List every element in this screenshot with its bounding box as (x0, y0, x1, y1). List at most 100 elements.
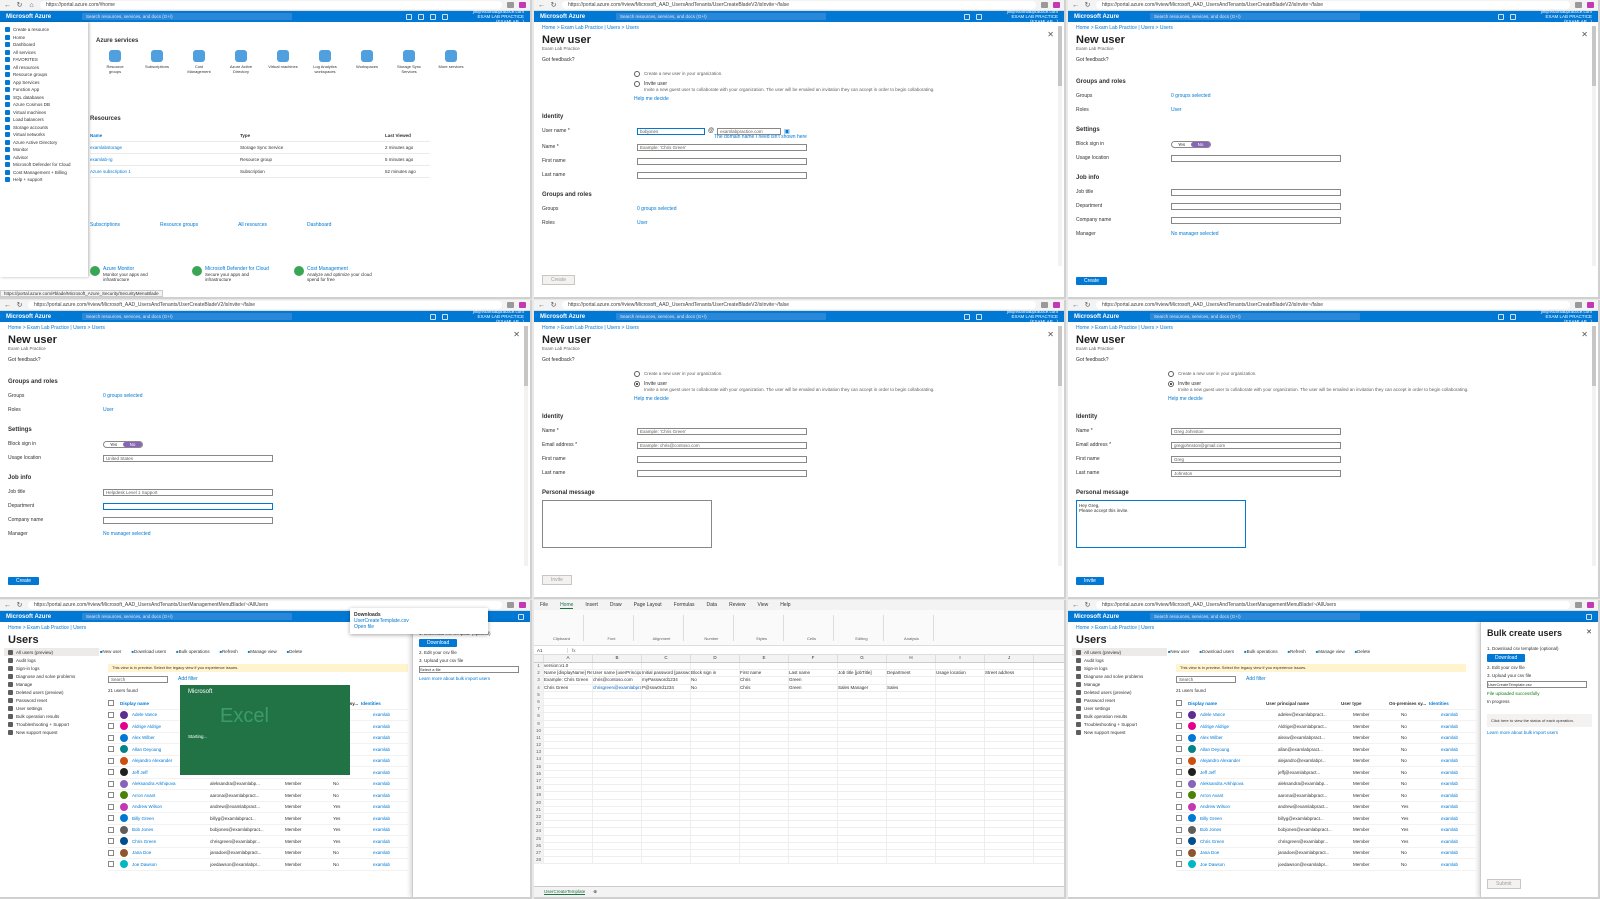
cell[interactable] (789, 806, 838, 813)
cell[interactable] (544, 742, 593, 749)
cell[interactable] (691, 663, 740, 670)
cell[interactable] (642, 828, 691, 835)
toolbar-button[interactable]: Manage view (248, 649, 277, 654)
ribbon-group[interactable]: Number (690, 614, 734, 641)
cell[interactable] (789, 713, 838, 720)
row-checkbox[interactable] (1176, 861, 1182, 868)
menu-item[interactable]: All services (0, 49, 88, 57)
user-identity[interactable]: examlab (1441, 862, 1471, 867)
row-checkbox[interactable] (108, 780, 114, 787)
portal-brand[interactable]: Microsoft Azure (6, 614, 76, 620)
cell[interactable] (642, 785, 691, 792)
cell[interactable] (887, 713, 936, 720)
cell[interactable] (740, 691, 789, 698)
create-button[interactable]: Create (542, 275, 576, 285)
cell[interactable] (936, 691, 985, 698)
cell[interactable]: No (691, 684, 740, 691)
cell[interactable] (985, 713, 1034, 720)
company-input[interactable] (1171, 216, 1341, 224)
users-menu-item[interactable]: New support request (4, 728, 99, 736)
cell[interactable] (544, 691, 593, 698)
download-template-button[interactable]: Download (419, 639, 458, 647)
sheet-tab[interactable]: UserCreateTemplate (544, 889, 586, 895)
cell[interactable] (887, 813, 936, 821)
name-box[interactable]: A1 (534, 647, 568, 653)
users-menu-item[interactable]: Password reset (4, 696, 99, 704)
extension-icon[interactable] (1575, 602, 1582, 608)
table-row[interactable]: Allan Deyoungallan@examlabpract... Member… (1176, 744, 1476, 756)
cell[interactable] (887, 734, 936, 742)
ribbon-tab[interactable]: Review (729, 602, 745, 608)
user-identity[interactable]: examlab (373, 839, 403, 844)
create-user-option[interactable]: Create a new user in your organization. (1068, 369, 1598, 379)
cell[interactable] (838, 849, 887, 857)
cell[interactable] (544, 849, 593, 857)
cell[interactable] (593, 785, 642, 792)
user-display-name[interactable]: Arron Avant (132, 793, 210, 798)
cell[interactable] (887, 763, 936, 770)
cell[interactable] (740, 857, 789, 864)
cell[interactable] (544, 770, 593, 777)
users-menu-item[interactable]: Audit logs (4, 656, 99, 664)
column-header[interactable]: A (544, 655, 593, 662)
cell[interactable] (887, 691, 936, 698)
cell[interactable] (789, 691, 838, 698)
cell[interactable]: Green (789, 684, 838, 691)
portal-search[interactable]: Search resources, services, and docs (G+… (82, 313, 292, 320)
service-tile[interactable]: More services (436, 50, 466, 74)
ribbon-tab[interactable]: Formulas (674, 602, 695, 608)
portal-brand[interactable]: Microsoft Azure (1074, 14, 1144, 20)
cell[interactable] (691, 742, 740, 749)
cell[interactable]: Example: Chris Green (544, 677, 593, 684)
cell[interactable] (838, 778, 887, 785)
column-header[interactable]: H (887, 655, 936, 662)
user-display-name[interactable]: Jana Doe (132, 850, 210, 855)
cell[interactable]: Job title [jobTitle] (838, 670, 887, 677)
cell[interactable] (789, 720, 838, 727)
menu-item[interactable]: All resources (0, 64, 88, 72)
block-signin-toggle[interactable]: Yes No (1171, 140, 1211, 148)
cell[interactable] (740, 849, 789, 857)
cell[interactable] (740, 785, 789, 792)
column-header[interactable]: Identities (361, 701, 391, 706)
row-number[interactable]: 25 (534, 835, 544, 842)
user-identity[interactable]: examlab (373, 816, 403, 821)
cell[interactable] (838, 727, 887, 734)
cell[interactable] (789, 706, 838, 713)
cell[interactable] (593, 792, 642, 799)
cell[interactable]: chris@contoso.com (593, 677, 642, 684)
cell[interactable] (642, 713, 691, 720)
cell[interactable]: chrisgreen@examlabpractice.com (593, 684, 642, 691)
close-icon[interactable]: ✕ (1581, 330, 1588, 339)
menu-item[interactable]: Virtual networks (0, 131, 88, 139)
manager-link[interactable]: No manager selected (1171, 231, 1219, 237)
row-checkbox[interactable] (108, 861, 114, 868)
cell[interactable] (985, 813, 1034, 821)
profile-icon[interactable] (1587, 602, 1594, 608)
profile-icon[interactable] (1053, 2, 1060, 8)
bell-icon[interactable] (1498, 13, 1504, 20)
cell[interactable] (985, 778, 1034, 785)
table-row[interactable]: Joe Dawson joedawson@examlabpr... Member No… (108, 859, 408, 871)
service-tile[interactable]: Resource groups (100, 50, 130, 74)
service-tile[interactable]: Workspaces (352, 50, 382, 74)
cell[interactable] (838, 785, 887, 792)
tool-card[interactable]: Azure Monitor Monitor your apps and infra… (90, 266, 170, 282)
profile-icon[interactable] (1587, 302, 1594, 308)
cell[interactable] (740, 713, 789, 720)
cell[interactable] (936, 677, 985, 684)
row-checkbox[interactable] (108, 746, 114, 753)
cell[interactable] (985, 770, 1034, 777)
cell[interactable] (985, 684, 1034, 691)
users-menu-item[interactable]: All users (preview) (1072, 648, 1167, 656)
first-name-input[interactable] (637, 455, 807, 463)
row-number[interactable]: 23 (534, 821, 544, 828)
account-info[interactable]: jill@examlabpractice.com EXAM LAB PRACTIC… (1522, 309, 1592, 324)
cell[interactable] (789, 849, 838, 857)
table-row[interactable]: Joe Dawson joedawson@examlabpr... Member No… (1176, 859, 1476, 871)
toolbar-button[interactable]: Delete (287, 649, 302, 654)
cell[interactable] (544, 842, 593, 849)
cell[interactable] (985, 663, 1034, 670)
cell[interactable] (985, 835, 1034, 842)
cell[interactable] (887, 742, 936, 749)
